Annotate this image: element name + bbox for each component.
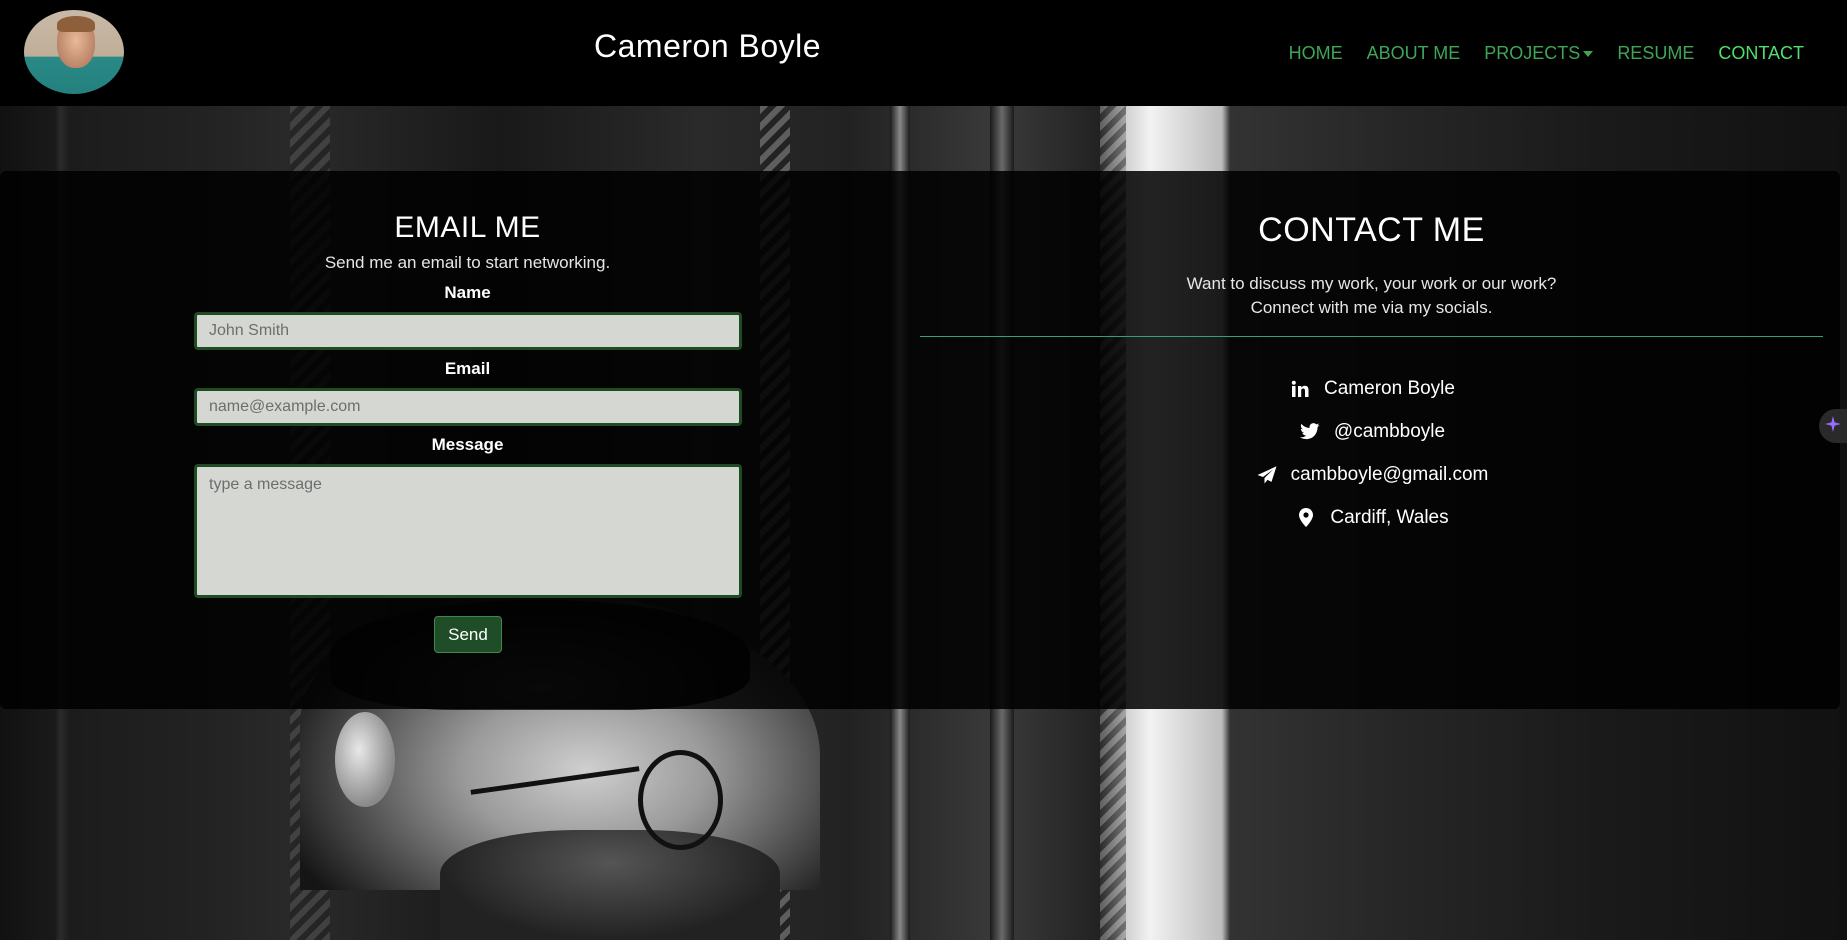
email-form-column: EMAIL ME Send me an email to start netwo… [0,171,935,709]
message-label: Message [431,435,504,454]
linkedin-icon [1288,379,1312,399]
nav-projects-dropdown[interactable]: PROJECTS [1484,43,1594,64]
name-label: Name [444,283,491,302]
contact-linkedin[interactable]: Cameron Boyle [920,367,1823,410]
email-placeholder: name@example.com [209,398,361,415]
site-brand[interactable]: Cameron Boyle [594,28,821,65]
send-button[interactable]: Send [434,616,502,653]
portrait-glasses [638,750,723,850]
name-field[interactable]: John Smith [194,312,742,350]
contact-email[interactable]: cambboyle@gmail.com [920,453,1823,496]
avatar[interactable] [24,10,124,94]
sparkle-icon [1824,415,1842,438]
contact-description-line1: Want to discuss my work, your work or ou… [1186,274,1557,293]
brand-first-name: Cameron [594,28,730,64]
caret-down-icon [1583,51,1594,58]
contact-panel: EMAIL ME Send me an email to start netwo… [0,171,1840,709]
location-text: Cardiff, Wales [1330,506,1449,528]
linkedin-name: Cameron Boyle [1324,377,1455,399]
nav-about-me[interactable]: ABOUT ME [1367,43,1461,64]
portrait-beard [440,830,780,940]
twitter-handle: @cambboyle [1333,420,1446,442]
paper-plane-icon [1255,465,1279,485]
main-nav: HOME ABOUT ME PROJECTS RESUME CONTACT [1289,43,1804,64]
map-pin-icon [1294,508,1318,528]
contact-description: Want to discuss my work, your work or ou… [920,272,1823,320]
email-label: Email [444,359,491,378]
contact-title: CONTACT ME [1258,211,1485,249]
nav-projects[interactable]: PROJECTS [1484,43,1580,63]
avatar-hair [57,16,95,32]
name-placeholder: John Smith [209,322,290,339]
contact-description-line2: Connect with me via my socials. [1250,298,1493,317]
portrait-ear [335,712,395,807]
sparkle-widget-button[interactable] [1819,409,1847,443]
nav-home[interactable]: HOME [1289,43,1343,64]
contact-list: Cameron Boyle @cambboyle cambboyle@gmail… [920,367,1823,539]
section-divider [920,336,1823,337]
nav-resume[interactable]: RESUME [1617,43,1694,64]
brand-last-name: Boyle [729,28,822,64]
message-textarea[interactable]: type a message [194,464,742,598]
email-address: cambboyle@gmail.com [1290,463,1489,485]
email-field[interactable]: name@example.com [194,388,742,426]
email-form-subtitle: Send me an email to start networking. [324,253,611,272]
message-placeholder: type a message [209,476,322,493]
email-form-title: EMAIL ME [394,211,541,244]
contact-twitter[interactable]: @cambboyle [920,410,1823,453]
contact-info-column: CONTACT ME Want to discuss my work, your… [920,171,1823,709]
twitter-icon [1298,422,1322,442]
nav-contact[interactable]: CONTACT [1718,43,1804,64]
navbar: Cameron Boyle HOME ABOUT ME PROJECTS RES… [0,0,1847,106]
contact-location: Cardiff, Wales [920,496,1823,539]
